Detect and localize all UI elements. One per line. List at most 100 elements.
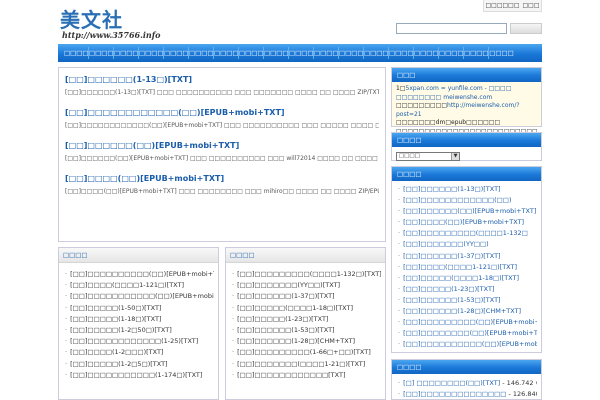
nav-item[interactable]: □□□□ (114, 47, 139, 59)
nav-item[interactable]: □□□□ (364, 47, 389, 59)
list-item[interactable]: [□□]□□□□(□□□□1-121□)[TXT] (65, 280, 214, 291)
notice-link[interactable]: 5xpan.com = yunfile.com - □□□□ (406, 85, 512, 92)
sidebar-notice-title: □□□ (392, 68, 541, 82)
chevron-down-icon: ▼ (451, 153, 459, 160)
views-link[interactable]: [□] □□□□□□□□(□□)[TXT] (403, 379, 500, 387)
list-item[interactable]: [□□]□□□□□□(1-53□)[TXT] (232, 325, 381, 336)
list-item[interactable]: [□□]□□□□□(1-2□50□)[TXT] (65, 325, 214, 336)
box-left: □□□□ [□□]□□□□□□□□□□(□□)[EPUB+mobi+TXT] [… (58, 247, 219, 400)
sidebar-link[interactable]: [□□]□□□□(□□)[EPUB+mobi+TXT] (403, 218, 524, 226)
sidebar-list-item: [□□]□□□□□(1-23□)[TXT] (398, 284, 537, 295)
box-right-title: □□□□ (226, 248, 385, 263)
post-title[interactable]: [□□]□□□□□□□□□□□□(□□)[EPUB+mobi+TXT] (65, 107, 379, 118)
post-excerpt: [□□]□□□□□□□□□□□□(□□)[EPUB+mobi+TXT] □□□ … (65, 122, 379, 129)
post-title[interactable]: [□□]□□□□□□(1-13□)[TXT] (65, 74, 379, 85)
search-button[interactable] (510, 23, 542, 34)
sidebar-link[interactable]: [□□]□□□□□□(1-28□)[CHM+TXT] (403, 307, 521, 315)
list-item[interactable]: [□□]□□□□□(1-18□)[TXT] (65, 314, 214, 325)
notice-text: 1□ (396, 85, 406, 92)
sidebar-link[interactable]: [□□]□□□□□(1-23□)[TXT] (403, 285, 494, 293)
box-left-title: □□□□ (59, 248, 218, 263)
site-logo[interactable]: 美文社 http://www.35766.info (60, 4, 170, 40)
top-link-2[interactable]: □□□ (522, 2, 539, 9)
post-list: [□□]□□□□□□(1-13□)[TXT] [□□]□□□□□□(1-13□)… (58, 67, 386, 242)
header: 美文社 http://www.35766.info □□□□□□ □□□ (0, 0, 600, 44)
sidebar-link[interactable]: [□□]□□□□□□□□□(□□□□1-132□ (403, 229, 528, 237)
nav-item[interactable]: □□□□ (414, 47, 439, 59)
sidebar-link[interactable]: [□□]□□□□(□□□□1-121□)[TXT] (403, 263, 517, 271)
post-excerpt: [□□]□□□□□□(1-13□)[TXT] □□□ □□□□□□□□□□ □□… (65, 89, 379, 96)
list-item[interactable]: [□□]□□□□□(1-50□)[TXT] (65, 303, 214, 314)
sidebar-link[interactable]: [□□]□□□□□□(□□)[EPUB+mobi+TXT] (403, 207, 536, 215)
sidebar-notice: □□□ 1□5xpan.com = yunfile.com - □□□□ □□□… (391, 67, 542, 143)
top-links: □□□□□□ □□□ (483, 0, 542, 12)
nav-item[interactable]: □□□□ (89, 47, 114, 59)
list-item[interactable]: [□□]□□□□□□□□□□□□(1-25)[TXT] (65, 336, 214, 347)
post-item: [□□]□□□□□□□□□□□□(□□)[EPUB+mobi+TXT] [□□]… (65, 107, 379, 131)
list-item[interactable]: [□□]□□□□□□□□□□□(1-174□)[TXT] (65, 370, 214, 381)
list-item[interactable]: [□□]□□□□□□□□□□(□□)[EPUB+mobi+TXT] (65, 269, 214, 280)
sidebar-list-item: [□□]□□□□□□□□□(□□)[EPUB+mobi+TXT] (398, 317, 537, 328)
list-item[interactable]: [□□]□□□□□□□□□(□□□□1-132□)[TXT] (232, 269, 381, 280)
list-item[interactable]: [□□]□□□□□(1-23□)[TXT] (232, 314, 381, 325)
sidebar-link[interactable]: [□□]□□□□□□□□□□(□□)[EPUB+mobi+TXT] (403, 340, 537, 348)
sidebar-list-item: [□□]□□□□□□(□□)[EPUB+mobi+TXT] (398, 206, 537, 217)
list-item[interactable]: [□□]□□□□□□□(YY□□)[TXT] (232, 280, 381, 291)
nav-item[interactable]: □□□□ (314, 47, 339, 59)
sidebar-link[interactable]: [□□]□□□□□□□□□(□□)[EPUB+mobi+TXT] (403, 318, 537, 326)
list-item[interactable]: [□□]□□□□□(□□□□1-18□)[TXT] (232, 303, 381, 314)
list-item[interactable]: [□□]□□□□□□□□□(1-66□+□□)[TXT] (232, 347, 381, 358)
nav-item[interactable]: □□□□ (264, 47, 289, 59)
nav-item[interactable]: □□□□ (339, 47, 364, 59)
sidebar-list-item: [□□]□□□□□□□□□□(□□)[EPUB+mobi+TXT] (398, 339, 537, 350)
sidebar-list-item: [□□]□□□□□□(1-13□)[TXT] (398, 184, 537, 195)
sidebar-link[interactable]: [□□]□□□□□□(1-37□)[TXT] (403, 252, 501, 260)
sidebar-link[interactable]: [□□]□□□□□□(1-53□)[TXT] (403, 296, 501, 304)
nav-item[interactable]: □□□□ (64, 47, 89, 59)
notice-text: □□□□□□□□□ (396, 102, 448, 109)
sidebar-list-item: [□□]□□□□□□□(YY□□) (398, 239, 537, 250)
nav-item[interactable]: □□□□ (489, 47, 514, 59)
list-item[interactable]: [□□]□□□□□(1-2□5□)[TXT] (65, 359, 214, 370)
sidebar-link[interactable]: [□□]□□□□□□□□□□□□(□□) (403, 196, 511, 204)
box-right: □□□□ [□□]□□□□□□□□□(□□□□1-132□)[TXT] [□□]… (225, 247, 386, 400)
views-link[interactable]: [□□]□□□□□□□□□□□□□□ (403, 390, 506, 398)
nav-item[interactable]: □□□□ (189, 47, 214, 59)
sidebar-link[interactable]: [□□]□□□□□□(1-13□)[TXT] (403, 185, 501, 193)
nav-item[interactable]: □□□□ (389, 47, 414, 59)
list-item[interactable]: [□□]□□□□(1-2□□□)[TXT] (65, 347, 214, 358)
list-item[interactable]: [□□]□□□□□□□(□□□□1-21□)[TXT] (232, 359, 381, 370)
nav-item[interactable]: □□□□ (239, 47, 264, 59)
logo-url: http://www.35766.info (62, 30, 161, 40)
nav-item[interactable]: □□□□ (214, 47, 239, 59)
archive-select[interactable]: □□□□ ▼ (396, 152, 460, 161)
sidebar-list-item: [□□]□□□□(□□)[EPUB+mobi+TXT] (398, 217, 537, 228)
views-item: [□] □□□□□□□□(□□)[TXT] - 146.742 views (398, 378, 537, 389)
nav-item[interactable]: □□□□ (439, 47, 464, 59)
list-item[interactable]: [□□]□□□□□□□□□□□(□□)[EPUB+mobi+TXT] (65, 291, 214, 302)
sidebar-list-item: [□□]□□□□□□(1-37□)[TXT] (398, 251, 537, 262)
search-input[interactable] (396, 23, 507, 34)
list-item[interactable]: [□□]□□□□□□(1-37□)[TXT] (232, 291, 381, 302)
views-count: - 126.840 views (508, 390, 537, 398)
sidebar-link[interactable]: [□□]□□□□□□□(YY□□) (403, 240, 489, 248)
views-item: [□□]□□□□□□□□□□□□□□ - 126.840 views (398, 389, 537, 400)
sidebar-link[interactable]: [□□]□□□□□(□□□□1-18□)[TXT] (403, 274, 519, 282)
nav-item[interactable]: □□□□ (139, 47, 164, 59)
sidebar-archive-title: □□□□ (392, 133, 541, 147)
list-item[interactable]: [□□]□□□□□□(1-28□)[CHM+TXT] (232, 336, 381, 347)
nav-item[interactable]: □□□□ (464, 47, 489, 59)
sidebar-list-item: [□□]□□□□(□□□□1-121□)[TXT] (398, 262, 537, 273)
nav-item[interactable]: □□□□ (289, 47, 314, 59)
nav-item[interactable]: □□□□ (164, 47, 189, 59)
sidebar-link[interactable]: [□□]□□□□□□□□(□□)[EPUB+mobi+TXT] (403, 329, 537, 337)
top-link-1[interactable]: □□□□□□ (485, 2, 519, 9)
notice-text[interactable]: □□□□□□□□ meiwenshe.com (396, 94, 537, 103)
post-title[interactable]: [□□]□□□□□□(□□)[EPUB+mobi+TXT] (65, 140, 379, 151)
sidebar-latest: □□□□ [□□]□□□□□□(1-13□)[TXT] [□□]□□□□□□□□… (391, 166, 542, 353)
post-item: [□□]□□□□□□(1-13□)[TXT] [□□]□□□□□□(1-13□)… (65, 74, 379, 98)
list-item[interactable]: [□□]□□□□□□□□□□□□[TXT] (232, 370, 381, 381)
post-title[interactable]: [□□]□□□□(□□)[EPUB+mobi+TXT] (65, 173, 379, 184)
sidebar-list-item: [□□]□□□□□□□□(□□)[EPUB+mobi+TXT] (398, 328, 537, 339)
logo-title[interactable]: 美文社 (60, 4, 123, 33)
